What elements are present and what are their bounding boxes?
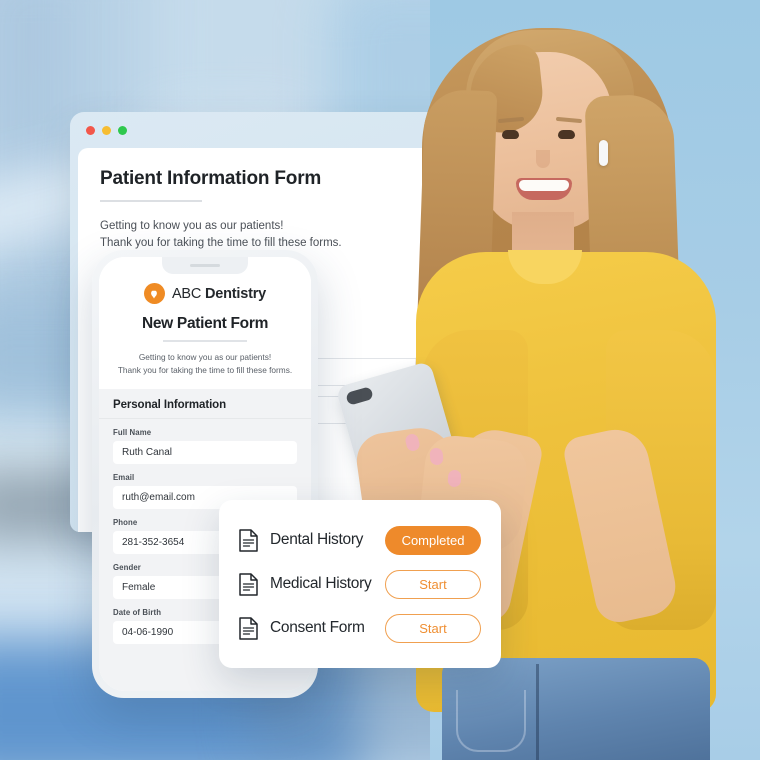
mouth: [516, 178, 572, 200]
section-title-personal-information: Personal Information: [99, 389, 311, 420]
maximize-icon[interactable]: [118, 125, 127, 135]
brand-name-bold: Dentistry: [205, 285, 267, 302]
phone-title-divider: [163, 340, 247, 342]
list-item[interactable]: Consent Form Start: [239, 606, 481, 650]
document-icon: [239, 528, 258, 552]
phone-notch: [162, 257, 248, 274]
document-icon: [239, 572, 258, 596]
speaker-icon: [190, 264, 220, 267]
start-button-medical-history[interactable]: Start: [385, 569, 481, 599]
form-name: Consent Form: [270, 619, 365, 636]
eye: [558, 130, 575, 139]
field-label: Full Name: [113, 428, 152, 438]
earbud-icon: [599, 140, 608, 166]
phone-form-header: ABC Dentistry New Patient Form Getting t…: [99, 257, 311, 390]
eye: [502, 130, 519, 139]
brand-name-light: ABC: [171, 285, 202, 302]
field-full-name: Full Name Ruth Canal: [113, 428, 297, 465]
title-divider: [100, 200, 202, 202]
list-item[interactable]: Dental History Completed: [239, 518, 481, 562]
list-item[interactable]: Medical History Start: [239, 562, 481, 606]
brand-name: ABC Dentistry: [172, 286, 266, 302]
status-badge-completed[interactable]: Completed: [385, 525, 481, 555]
start-button-consent-form[interactable]: Start: [385, 613, 481, 643]
camera-icon: [345, 386, 374, 406]
nose: [536, 150, 550, 168]
screenshot-stage: Patient Information Form Getting to know…: [0, 0, 760, 760]
phone-subtitle-line1: Getting to know you as our patients!: [138, 352, 272, 362]
jeans-seam: [536, 664, 539, 760]
document-icon: [239, 616, 258, 640]
full-name-input[interactable]: Ruth Canal: [113, 441, 297, 465]
close-icon[interactable]: [86, 125, 95, 135]
field-label: Email: [113, 473, 135, 483]
tooth-heart-icon: [143, 283, 165, 304]
phone-form-title: New Patient Form: [141, 315, 269, 332]
phone-subtitle-line2: Thank you for taking the time to fill th…: [117, 364, 293, 375]
jeans-pocket: [456, 690, 526, 752]
form-name: Medical History: [270, 575, 372, 592]
brand-logo: ABC Dentistry: [113, 283, 297, 304]
minimize-icon[interactable]: [102, 125, 111, 135]
teeth: [519, 180, 569, 191]
form-name: Dental History: [270, 531, 364, 548]
forms-status-card: Dental History Completed Medical History…: [219, 500, 501, 668]
